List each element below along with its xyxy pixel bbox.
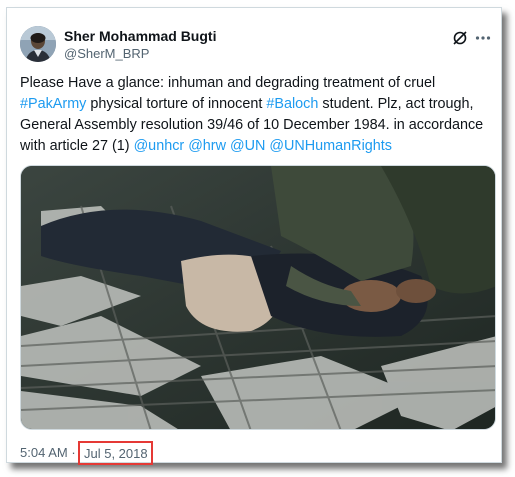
text-segment: Please Have a glance: inhuman and degrad… — [20, 75, 436, 91]
hashtag-link[interactable]: #Baloch — [266, 96, 318, 112]
avatar[interactable] — [20, 26, 56, 62]
mention-link[interactable]: @UN — [230, 138, 265, 154]
tweet-media-image[interactable] — [20, 165, 496, 430]
mention-link[interactable]: @UNHumanRights — [269, 138, 392, 154]
hashtag-link[interactable]: #PakArmy — [20, 96, 86, 112]
text-segment: with article 27 (1) — [20, 138, 134, 154]
tweet-line: General Assembly resolution 39/46 of 10 … — [20, 115, 498, 136]
text-segment: General Assembly resolution 39/46 of 10 … — [20, 117, 484, 133]
tweet-text: Please Have a glance: inhuman and degrad… — [20, 73, 498, 157]
tweet-line: Please Have a glance: inhuman and degrad… — [20, 73, 498, 94]
tweet-time[interactable]: 5:04 AM · — [20, 445, 76, 460]
more-options-icon[interactable] — [474, 29, 492, 47]
author-display-name[interactable]: Sher Mohammad Bugti — [64, 28, 216, 44]
avatar-image — [20, 26, 56, 62]
date-text: Jul 5, 2018 — [84, 446, 148, 461]
tweet-line: with article 27 (1) @unhcr @hrw @UN @UNH… — [20, 136, 498, 157]
tweet-date-highlighted[interactable]: Jul 5, 2018 — [78, 441, 153, 465]
mention-link[interactable]: @hrw — [188, 138, 226, 154]
text-segment: physical torture of innocent — [86, 96, 267, 112]
mention-link[interactable]: @unhcr — [134, 138, 185, 154]
time-text: 5:04 AM — [20, 445, 68, 460]
tweet-line: #PakArmy physical torture of innocent #B… — [20, 94, 498, 115]
tweet-card: Sher Mohammad Bugti @SherM_BRP Please Ha… — [6, 7, 502, 465]
time-separator: · — [71, 445, 76, 460]
author-handle[interactable]: @SherM_BRP — [64, 46, 149, 61]
text-segment: student. Plz, act trough, — [318, 96, 474, 112]
grok-icon[interactable] — [451, 29, 469, 47]
